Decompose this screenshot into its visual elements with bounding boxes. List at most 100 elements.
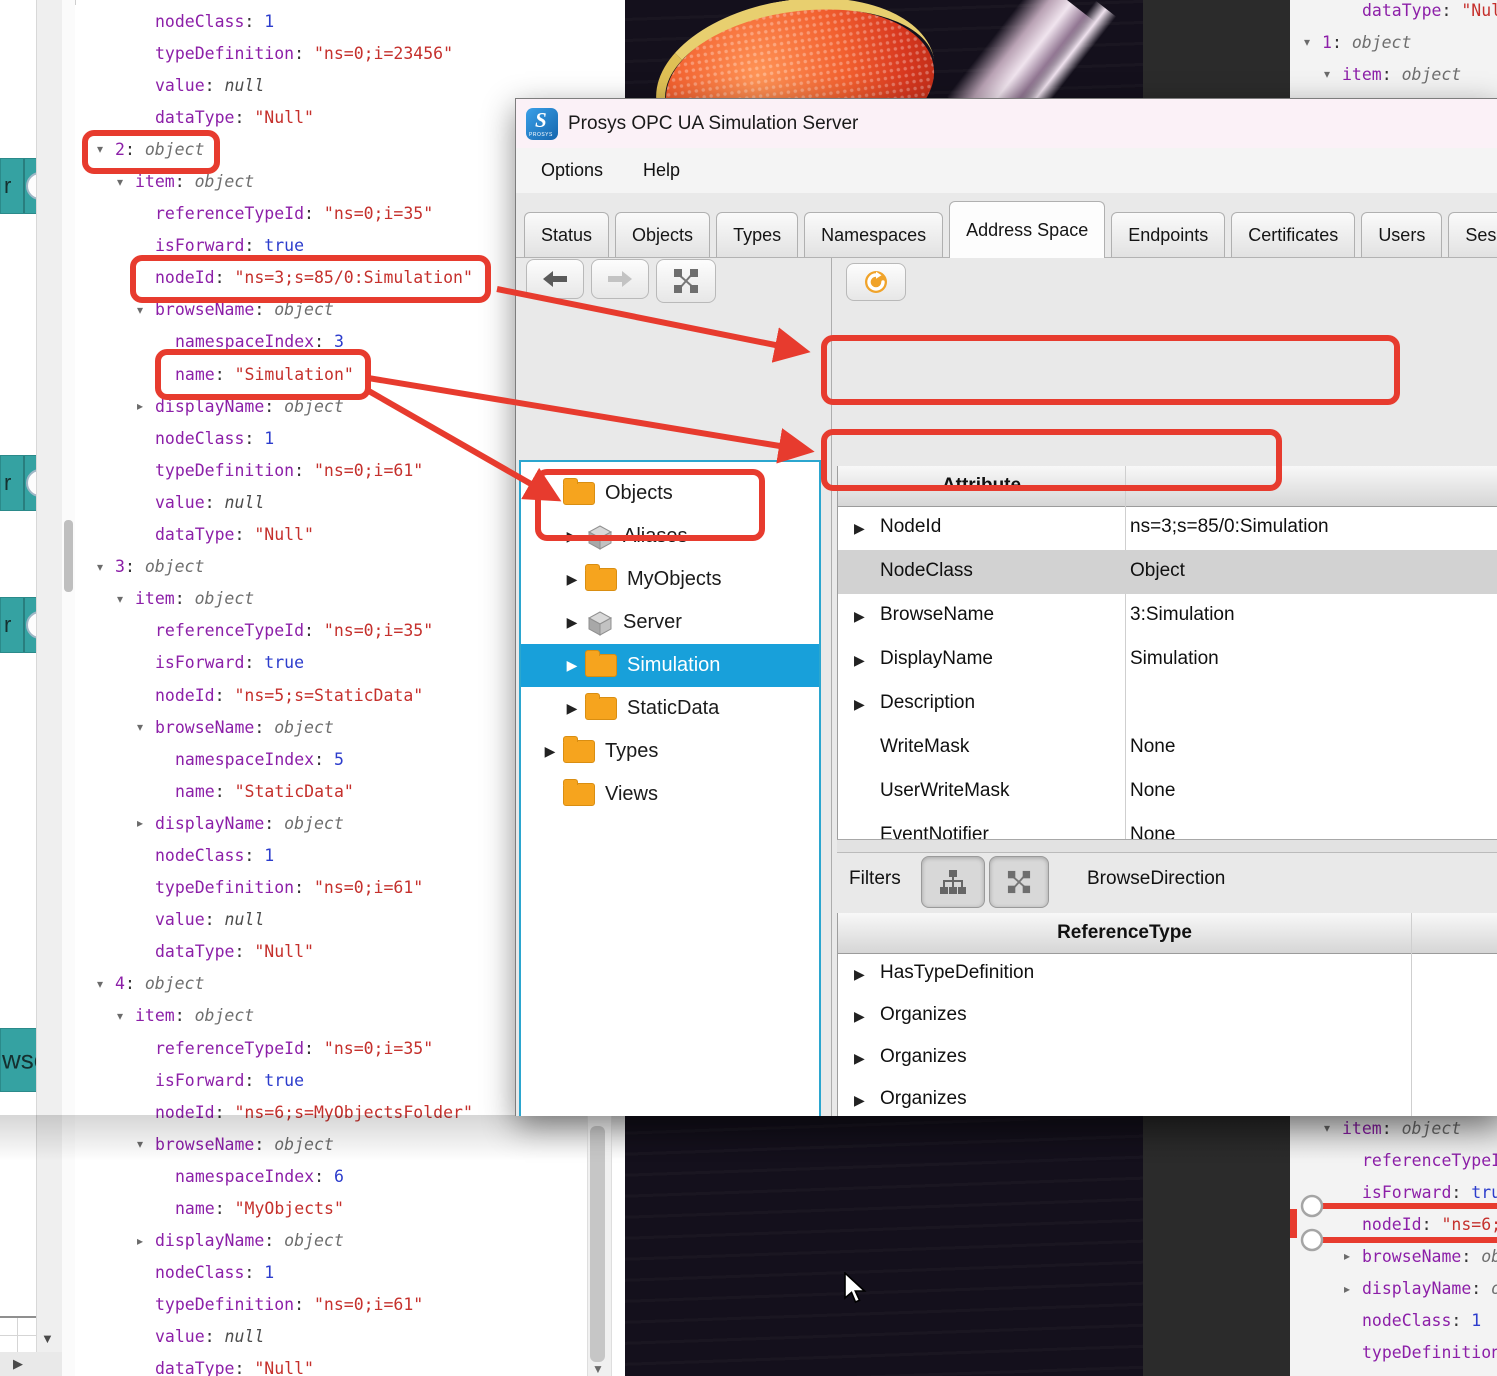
expand-icon[interactable]: ▸ (1344, 1282, 1362, 1296)
attribute-name: UserWriteMask (880, 780, 1010, 802)
hierarchical-references-toggle[interactable] (921, 856, 985, 908)
window-titlebar[interactable]: S PROSYS Prosys OPC UA Simulation Server (516, 99, 1497, 149)
attribute-row-userwritemask[interactable]: UserWriteMaskNone (838, 770, 1497, 814)
tree-item-myobjects[interactable]: ▶MyObjects (521, 558, 821, 601)
collapse-icon[interactable]: ▾ (137, 303, 155, 317)
attributes-table: Attribute ▶NodeIdns=3;s=85/0:SimulationN… (837, 466, 1497, 839)
references-table-header: ReferenceType (838, 913, 1497, 954)
tab-address-space[interactable]: Address Space (949, 201, 1105, 258)
collapse-icon[interactable]: ▾ (1324, 67, 1342, 81)
tree-item-objects[interactable]: ▼ Objects (521, 472, 821, 515)
menu-help[interactable]: Help (628, 152, 695, 189)
menu-bar: Options Help (516, 148, 1497, 194)
flow-node[interactable]: r (0, 597, 38, 653)
expand-icon[interactable]: ▶ (854, 652, 865, 669)
json-line[interactable]: ▸displayName: object (75, 1225, 625, 1257)
scroll-right-arrow-icon[interactable]: ▶ (13, 1356, 23, 1372)
tree-item-simulation[interactable]: ▶Simulation (521, 644, 821, 687)
expand-icon[interactable]: ▶ (561, 571, 583, 588)
tree-item-types[interactable]: ▶Types (521, 730, 821, 773)
left-scrollbar-gutter[interactable] (36, 0, 64, 1376)
expand-icon[interactable]: ▶ (854, 696, 865, 713)
json-line: value: null (75, 69, 625, 101)
tab-sessions[interactable]: Sessions (1448, 212, 1497, 257)
tree-item-server[interactable]: ▶Server (521, 601, 821, 644)
tab-status[interactable]: Status (524, 212, 609, 257)
flow-node[interactable]: wse (0, 1028, 40, 1092)
attribute-row-eventnotifier[interactable]: EventNotifierNone (838, 814, 1497, 839)
attribute-row-writemask[interactable]: WriteMaskNone (838, 726, 1497, 770)
folder-icon (563, 783, 595, 806)
devtools-scrollbar-thumb[interactable] (590, 1126, 605, 1362)
attribute-row-nodeid[interactable]: ▶NodeIdns=3;s=85/0:Simulation (838, 506, 1497, 550)
attribute-row-browsename[interactable]: ▶BrowseName3:Simulation (838, 594, 1497, 638)
collapse-icon[interactable]: ▾ (97, 560, 115, 574)
expand-icon[interactable]: ▶ (561, 657, 583, 674)
expand-icon[interactable]: ▶ (854, 1008, 865, 1025)
reference-row[interactable]: ▶OrganizesRandom (838, 1079, 1497, 1116)
pane-divider[interactable] (831, 258, 832, 1116)
tab-types[interactable]: Types (716, 212, 798, 257)
collapse-icon[interactable]: ▾ (117, 1009, 135, 1023)
forward-button[interactable] (591, 259, 649, 299)
json-line: dataType: "Null" (75, 1353, 625, 1376)
graph-references-toggle[interactable] (989, 856, 1049, 908)
reference-row[interactable]: ▶HasTypeDefinitionFolderType (838, 953, 1497, 995)
attribute-row-displayname[interactable]: ▶DisplayNameSimulation (838, 638, 1497, 682)
collapse-icon[interactable]: ▾ (137, 720, 155, 734)
json-line[interactable]: ▾item: object (1290, 58, 1497, 90)
attribute-name: WriteMask (880, 736, 969, 758)
left-scrollbar-thumb[interactable] (64, 520, 73, 592)
expand-icon[interactable]: ▸ (1344, 1249, 1362, 1263)
reference-row[interactable]: ▶OrganizesCounter (838, 1037, 1497, 1079)
scroll-down-arrow-icon[interactable]: ▼ (41, 1331, 54, 1346)
back-button[interactable] (526, 259, 584, 299)
graph-view-button[interactable] (656, 259, 716, 303)
expand-icon[interactable]: ▸ (137, 816, 155, 830)
tab-certificates[interactable]: Certificates (1231, 212, 1355, 257)
attribute-row-nodeclass[interactable]: NodeClassObject (838, 550, 1497, 594)
expand-icon[interactable]: ▶ (561, 614, 583, 631)
expand-icon[interactable]: ▸ (137, 1234, 155, 1248)
flow-node-label: r (4, 173, 11, 199)
tree-item-aliases[interactable]: ▶Aliases (521, 515, 821, 558)
collapse-icon[interactable]: ▾ (1304, 35, 1322, 49)
tree-item-label: Objects (605, 482, 673, 505)
json-line: typeDefinition: "ns=0;i=23456" (75, 37, 625, 69)
json-line[interactable]: ▾1: object (1290, 26, 1497, 58)
expand-icon[interactable]: ▶ (561, 700, 583, 717)
reference-type-column-header: ReferenceType (838, 922, 1411, 944)
collapse-icon[interactable]: ▾ (97, 142, 115, 156)
json-line[interactable]: ▸displayName: object (1290, 1272, 1497, 1304)
expand-icon[interactable]: ▶ (854, 520, 865, 537)
expand-icon[interactable]: ▶ (539, 743, 561, 760)
collapse-icon[interactable]: ▾ (117, 592, 135, 606)
expand-icon[interactable]: ▶ (854, 608, 865, 625)
left-scrollbar-track[interactable] (62, 0, 76, 1376)
expand-icon[interactable]: ▸ (137, 399, 155, 413)
expand-icon[interactable]: ▶ (854, 1050, 865, 1067)
attribute-row-description[interactable]: ▶Description (838, 682, 1497, 726)
collapse-icon[interactable]: ▼ (539, 486, 561, 502)
expand-icon[interactable]: ▶ (854, 1092, 865, 1109)
menu-options[interactable]: Options (526, 152, 618, 189)
mini-spreadsheet-grid (0, 1316, 36, 1354)
attribute-value: Simulation (1130, 648, 1219, 670)
graph-icon (673, 268, 699, 294)
refresh-button[interactable] (846, 263, 906, 301)
flow-node[interactable]: r (0, 158, 38, 214)
tab-objects[interactable]: Objects (615, 212, 710, 257)
tab-users[interactable]: Users (1361, 212, 1442, 257)
scroll-down-arrow-icon[interactable]: ▼ (592, 1362, 604, 1376)
expand-icon[interactable]: ▶ (854, 966, 865, 983)
tab-namespaces[interactable]: Namespaces (804, 212, 943, 257)
tab-endpoints[interactable]: Endpoints (1111, 212, 1225, 257)
json-line[interactable]: ▸browseName: object (1290, 1240, 1497, 1272)
reference-row[interactable]: ▶OrganizesConstant (838, 995, 1497, 1037)
tree-item-views[interactable]: Views (521, 773, 821, 816)
collapse-icon[interactable]: ▾ (117, 175, 135, 189)
flow-node[interactable]: r (0, 455, 38, 511)
expand-icon[interactable]: ▶ (561, 528, 583, 545)
tree-item-staticdata[interactable]: ▶StaticData (521, 687, 821, 730)
collapse-icon[interactable]: ▾ (97, 977, 115, 991)
